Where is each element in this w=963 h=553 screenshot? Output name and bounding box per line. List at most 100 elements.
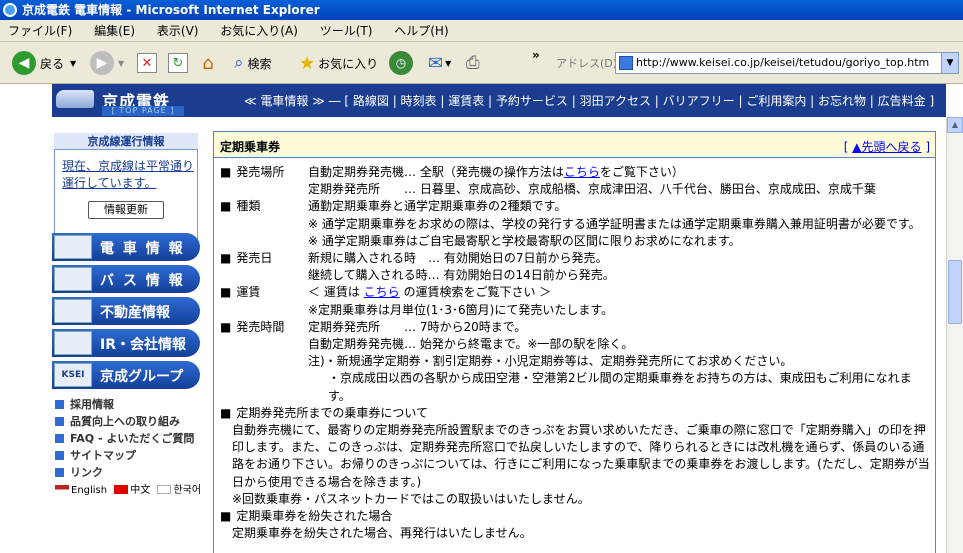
header-nav[interactable]: ≪ 電車情報 ≫ ― [ 路線図 | 時刻表 | 運賃表 | 予約サービス | … bbox=[244, 92, 934, 109]
history-icon: ◷ bbox=[389, 51, 413, 75]
section-label: 発売日 bbox=[220, 250, 308, 284]
menu-group[interactable]: KSEI 京成グループ bbox=[52, 361, 200, 389]
window-title: 京成電鉄 電車情報 - Microsoft Internet Explorer bbox=[22, 3, 320, 17]
section-label: 発売場所 bbox=[220, 164, 308, 198]
content-panel: 定期乗車券 [ ▲先頭へ戻る ] 発売場所 自動定期券発売機… 全駅（発売機の操… bbox=[213, 131, 936, 553]
search-icon: ⌕ bbox=[234, 53, 244, 73]
top-page-link[interactable]: [ TOP PAGE ] bbox=[102, 106, 184, 116]
section-hours: 発売時間 定期券発売所 … 7時から20時まで。 自動定期券発売機… 始発から終… bbox=[220, 319, 932, 405]
home-icon: ⌂ bbox=[202, 52, 214, 74]
section-lost-title: 定期乗車券を紛失された場合 bbox=[220, 508, 932, 525]
site-logo[interactable]: 京成電鉄 [ TOP PAGE ] bbox=[52, 84, 192, 117]
sidebar: 京成線運行情報 現在、京成線は平常通り運行しています。 情報更新 電 車 情 報… bbox=[52, 117, 201, 553]
page-title: 定期乗車券 bbox=[220, 140, 281, 154]
section-label: 種類 bbox=[220, 198, 308, 250]
address-bar[interactable]: http://www.keisei.co.jp/keisei/tetudou/g… bbox=[615, 52, 959, 74]
search-button[interactable]: ⌕ 検索 bbox=[234, 50, 272, 76]
menu-file[interactable]: ファイル(F) bbox=[8, 24, 72, 38]
operation-info-title: 京成線運行情報 bbox=[54, 133, 198, 150]
content-body: 発売場所 自動定期券発売機… 全駅（発売機の操作方法はこちらをご覧下さい） 定期… bbox=[220, 164, 932, 542]
keisei-logo-icon: KSEI bbox=[54, 363, 92, 387]
address-url[interactable]: http://www.keisei.co.jp/keisei/tetudou/g… bbox=[636, 56, 929, 69]
history-button[interactable]: ◷ bbox=[389, 50, 413, 76]
toolbar-more[interactable]: » bbox=[532, 42, 540, 68]
forward-arrow-icon: ▶ bbox=[90, 51, 114, 75]
address-dropdown-icon[interactable]: ▼ bbox=[941, 53, 958, 73]
site-header: 京成電鉄 [ TOP PAGE ] ≪ 電車情報 ≫ ― [ 路線図 | 時刻表… bbox=[52, 84, 946, 117]
section-outside-note: ※回数乗車券・パスネットカードではこの取扱いはいたしません。 bbox=[232, 491, 590, 506]
bullet-icon bbox=[55, 468, 64, 477]
menu-bar: ファイル(F) 編集(E) 表示(V) お気に入り(A) ツール(T) ヘルプ(… bbox=[0, 20, 963, 42]
fare-search-link[interactable]: こちら bbox=[364, 285, 400, 299]
bullet-icon bbox=[55, 417, 64, 426]
print-icon: ⎙ bbox=[466, 53, 480, 73]
section-sales-place: 発売場所 自動定期券発売機… 全駅（発売機の操作方法はこちらをご覧下さい） 定期… bbox=[220, 164, 932, 198]
language-links: English 中文 한국어 bbox=[55, 481, 201, 496]
menu-help[interactable]: ヘルプ(H) bbox=[394, 24, 448, 38]
window-titlebar: 京成電鉄 電車情報 - Microsoft Internet Explorer bbox=[0, 0, 963, 20]
favorites-button[interactable]: ★ お気に入り bbox=[299, 50, 378, 76]
section-lost-text: 定期乗車券を紛失された場合、再発行はいたしません。 bbox=[232, 526, 532, 541]
address-label: アドレス(D) bbox=[556, 57, 618, 70]
back-arrow-icon: ◀ bbox=[12, 51, 36, 75]
forward-button[interactable]: ▶ ▼ bbox=[90, 50, 124, 76]
section-label: 発売時間 bbox=[220, 319, 308, 405]
stop-icon: ✕ bbox=[137, 53, 157, 73]
document-icon bbox=[54, 331, 92, 355]
home-button[interactable]: ⌂ bbox=[198, 50, 218, 76]
link-recruit[interactable]: 採用情報 bbox=[55, 396, 201, 413]
link-faq[interactable]: FAQ - よいただくご質問 bbox=[55, 430, 201, 447]
section-outside-text: 自動券売機にて、最寄りの定期券発売所設置駅までのきっぷをお買い求めいただき、ご乗… bbox=[232, 423, 930, 489]
menu-bus-info[interactable]: バ ス 情 報 bbox=[52, 265, 200, 293]
sidebar-links: 採用情報 品質向上への取り組み FAQ - よいただくご質問 サイトマップ リン… bbox=[55, 396, 201, 481]
lang-english[interactable]: English bbox=[71, 485, 107, 496]
refresh-info-button[interactable]: 情報更新 bbox=[88, 201, 164, 219]
us-flag-icon bbox=[55, 485, 69, 494]
operation-method-link[interactable]: こちら bbox=[564, 165, 600, 179]
section-sale-date: 発売日 新規に購入される時 … 有効開始日の7日前から発売。 継続して購入される… bbox=[220, 250, 932, 284]
content-header: 定期乗車券 [ ▲先頭へ戻る ] bbox=[214, 132, 935, 158]
mail-icon: ✉ bbox=[428, 52, 444, 74]
menu-tools[interactable]: ツール(T) bbox=[320, 24, 373, 38]
page-icon bbox=[619, 56, 633, 70]
back-to-top-link[interactable]: [ ▲先頭へ戻る ] bbox=[844, 138, 930, 155]
menu-edit[interactable]: 編集(E) bbox=[94, 24, 135, 38]
train-icon bbox=[56, 90, 94, 108]
lang-korean[interactable]: 한국어 bbox=[173, 485, 201, 496]
menu-real-estate[interactable]: 不動産情報 bbox=[52, 297, 200, 325]
refresh-button[interactable]: ↻ bbox=[168, 50, 188, 76]
bullet-icon bbox=[55, 400, 64, 409]
star-icon: ★ bbox=[299, 52, 316, 74]
refresh-icon: ↻ bbox=[168, 53, 188, 73]
toolbar: ◀ 戻る ▼ ▶ ▼ ✕ ↻ ⌂ ⌕ 検索 ★ お気に入り ◷ ✉ ▼ ⎙ » … bbox=[0, 42, 963, 84]
bullet-icon bbox=[55, 434, 64, 443]
dropdown-arrow-icon[interactable]: ▼ bbox=[118, 59, 124, 68]
vertical-scrollbar[interactable]: ▲ bbox=[946, 117, 963, 553]
scroll-thumb[interactable] bbox=[948, 260, 962, 324]
menu-favorites[interactable]: お気に入り(A) bbox=[220, 24, 298, 38]
bullet-icon bbox=[55, 451, 64, 460]
mail-button[interactable]: ✉ ▼ bbox=[428, 50, 451, 76]
section-types: 種類 通勤定期乗車券と通学定期乗車券の2種類です。 ※ 通学定期乗車券をお求めの… bbox=[220, 198, 932, 250]
dropdown-arrow-icon[interactable]: ▼ bbox=[70, 59, 76, 68]
train-icon bbox=[54, 235, 92, 259]
section-label: 運賃 bbox=[220, 284, 308, 318]
korea-flag-icon bbox=[157, 485, 172, 494]
link-links[interactable]: リンク bbox=[55, 464, 201, 481]
scroll-up-icon[interactable]: ▲ bbox=[947, 117, 963, 133]
print-button[interactable]: ⎙ bbox=[466, 50, 480, 76]
link-sitemap[interactable]: サイトマップ bbox=[55, 447, 201, 464]
stop-button[interactable]: ✕ bbox=[137, 50, 157, 76]
operation-status[interactable]: 現在、京成線は平常通り運行しています。 bbox=[62, 158, 196, 192]
section-fare: 運賃 ＜ 運賃は こちら の運賃検索をご覧下さい ＞ ※定期乗車券は月単位(1･… bbox=[220, 284, 932, 318]
menu-train-info[interactable]: 電 車 情 報 bbox=[52, 233, 200, 261]
menu-view[interactable]: 表示(V) bbox=[157, 24, 199, 38]
back-button[interactable]: ◀ 戻る ▼ bbox=[12, 50, 76, 76]
link-quality[interactable]: 品質向上への取り組み bbox=[55, 413, 201, 430]
lang-chinese[interactable]: 中文 bbox=[130, 485, 150, 496]
dropdown-arrow-icon[interactable]: ▼ bbox=[445, 59, 451, 68]
menu-ir-info[interactable]: IR・会社情報 bbox=[52, 329, 200, 357]
bus-icon bbox=[54, 267, 92, 291]
building-icon bbox=[54, 299, 92, 323]
ie-icon bbox=[3, 3, 17, 17]
